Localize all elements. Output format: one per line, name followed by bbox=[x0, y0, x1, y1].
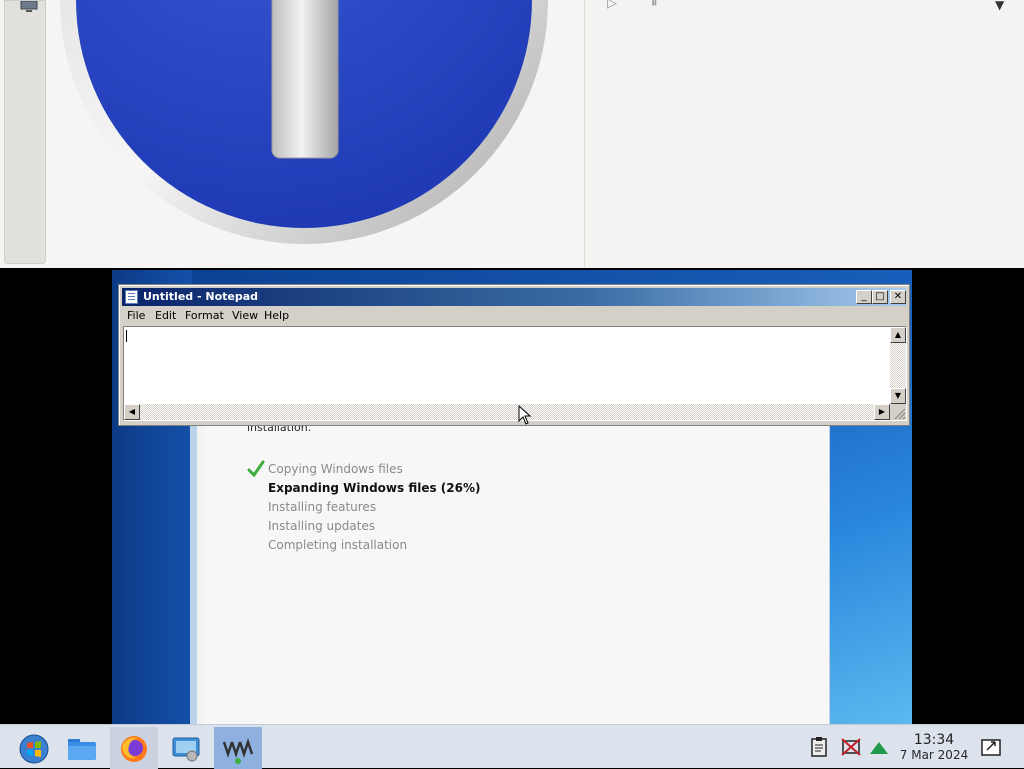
step-installing-features: Installing features bbox=[268, 500, 377, 514]
settings-icon bbox=[172, 737, 200, 762]
virt-manager-button[interactable] bbox=[214, 727, 262, 769]
menu-view[interactable]: View bbox=[232, 309, 258, 322]
menu-edit[interactable]: Edit bbox=[155, 309, 176, 322]
scroll-up-icon[interactable]: ▲ bbox=[890, 327, 906, 343]
text-caret bbox=[126, 330, 127, 342]
network-disabled-icon[interactable] bbox=[840, 737, 862, 757]
file-manager-button[interactable] bbox=[58, 727, 106, 769]
play-icon[interactable]: ▷ bbox=[607, 0, 617, 11]
updates-icon[interactable] bbox=[868, 737, 890, 757]
setup-content: installation. Copying Windows files Expa… bbox=[205, 420, 829, 724]
step-copying-files: Copying Windows files bbox=[268, 462, 403, 476]
screenshot-icon[interactable] bbox=[980, 737, 1002, 757]
scroll-left-icon[interactable]: ◀ bbox=[124, 404, 140, 420]
info-icon-preview bbox=[46, 0, 584, 268]
menu-help[interactable]: Help bbox=[264, 309, 289, 322]
clock-time[interactable]: 13:34 bbox=[900, 732, 968, 748]
clock-date[interactable]: 7 Mar 2024 bbox=[890, 748, 978, 762]
checkmark-icon bbox=[247, 460, 265, 478]
virt-manager-icon bbox=[222, 738, 254, 764]
maximize-button[interactable]: □ bbox=[872, 290, 888, 304]
resize-grip-icon[interactable] bbox=[890, 404, 906, 420]
clipboard-icon[interactable] bbox=[808, 737, 830, 757]
notepad-icon bbox=[125, 290, 138, 304]
host-viewer: ▷ ⏸ ▼ bbox=[0, 0, 1024, 268]
step-completing-installation: Completing installation bbox=[268, 538, 408, 552]
menu-bar: File Edit Format View Help bbox=[122, 307, 906, 324]
pause-icon[interactable]: ⏸ bbox=[651, 0, 658, 11]
host-side-panel: ▷ ⏸ ▼ bbox=[585, 0, 1024, 268]
windows-orb-icon bbox=[19, 734, 49, 764]
mouse-cursor-icon bbox=[518, 405, 532, 425]
dropdown-arrow-icon[interactable]: ▼ bbox=[995, 0, 1004, 12]
folder-icon bbox=[68, 739, 96, 760]
horizontal-scrollbar[interactable]: ◀ ▶ bbox=[124, 404, 890, 420]
host-sidebar[interactable] bbox=[4, 0, 46, 264]
taskbar: 13:34 7 Mar 2024 bbox=[0, 724, 1024, 769]
close-button[interactable]: ✕ bbox=[890, 290, 906, 304]
info-icon bbox=[60, 0, 548, 244]
notepad-title-bar[interactable]: Untitled - Notepad _ □ ✕ bbox=[122, 288, 906, 306]
monitor-icon[interactable] bbox=[19, 1, 39, 13]
menu-format[interactable]: Format bbox=[185, 309, 224, 322]
minimize-button[interactable]: _ bbox=[856, 290, 872, 304]
vm-display[interactable]: installation. Copying Windows files Expa… bbox=[112, 270, 912, 724]
system-settings-button[interactable] bbox=[162, 727, 210, 769]
start-button[interactable] bbox=[10, 727, 58, 769]
scroll-right-icon[interactable]: ▶ bbox=[874, 404, 890, 420]
firefox-icon bbox=[121, 736, 147, 762]
text-editor[interactable]: ▲ ▼ ◀ ▶ bbox=[123, 326, 907, 421]
step-installing-updates: Installing updates bbox=[268, 519, 376, 533]
vertical-scrollbar[interactable]: ▲ ▼ bbox=[890, 327, 906, 404]
scroll-down-icon[interactable]: ▼ bbox=[890, 388, 906, 404]
step-expanding-files: Expanding Windows files (26%) bbox=[268, 481, 481, 495]
menu-file[interactable]: File bbox=[127, 309, 145, 322]
notepad-window[interactable]: Untitled - Notepad _ □ ✕ File Edit Forma… bbox=[118, 284, 910, 426]
windows-setup-window: installation. Copying Windows files Expa… bbox=[190, 420, 830, 724]
firefox-button[interactable] bbox=[110, 727, 158, 769]
window-title: Untitled - Notepad bbox=[143, 290, 259, 303]
